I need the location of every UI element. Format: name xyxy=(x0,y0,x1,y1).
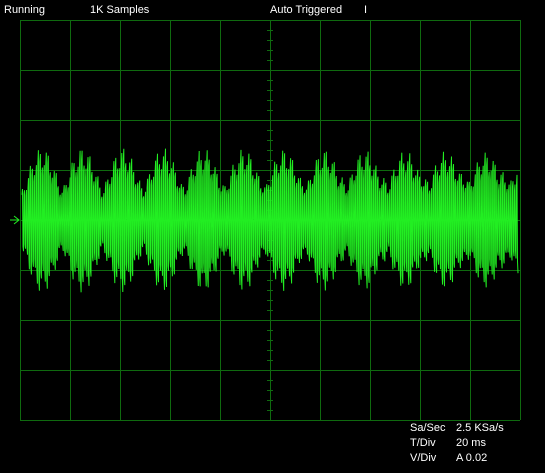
channel-a-marker-icon[interactable] xyxy=(10,215,20,225)
sample-rate-value: 2.5 KSa/s xyxy=(456,422,504,434)
sample-rate-readout: Sa/Sec 2.5 KSa/s xyxy=(410,422,504,434)
sample-count-label: 1K Samples xyxy=(90,4,150,16)
scope-screen xyxy=(10,20,521,421)
sample-rate-label: Sa/Sec xyxy=(410,422,446,434)
time-per-div-value: 20 ms xyxy=(456,437,486,449)
trigger-position-marker[interactable]: I xyxy=(364,0,367,20)
trigger-mode-label: Auto Triggered xyxy=(270,4,343,16)
run-state-label: Running xyxy=(4,4,45,16)
volts-per-div-label: V/Div xyxy=(410,452,437,464)
time-per-div-readout: T/Div 20 ms xyxy=(410,437,486,449)
time-per-div-label: T/Div xyxy=(410,437,436,449)
volts-per-div-readout: V/Div A 0.02 xyxy=(410,452,487,464)
volts-per-div-value: A 0.02 xyxy=(456,452,488,464)
